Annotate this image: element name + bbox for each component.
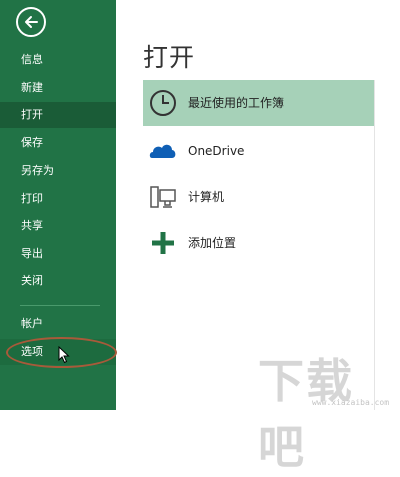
nav-item-share[interactable]: 共享 (0, 213, 116, 239)
clock-icon (150, 90, 176, 116)
nav-item-close[interactable]: 关闭 (0, 268, 116, 294)
nav-item-save[interactable]: 保存 (0, 130, 116, 156)
nav-item-save-as[interactable]: 另存为 (0, 158, 116, 184)
nav-item-export[interactable]: 导出 (0, 241, 116, 267)
nav-item-new[interactable]: 新建 (0, 75, 116, 101)
place-label: 最近使用的工作簿 (188, 96, 285, 110)
place-label: 添加位置 (188, 236, 237, 250)
page-title: 打开 (143, 43, 196, 72)
place-label: OneDrive (188, 144, 245, 158)
nav-item-account[interactable]: 帐户 (0, 311, 116, 337)
computer-icon (150, 186, 176, 208)
watermark-url: www.xiazaiba.com (312, 398, 390, 407)
nav-item-print[interactable]: 打印 (0, 186, 116, 212)
plus-icon (152, 232, 174, 254)
mouse-cursor-icon (58, 346, 70, 364)
nav-item-info[interactable]: 信息 (0, 47, 116, 73)
back-arrow-icon (25, 16, 38, 28)
back-button[interactable] (16, 7, 46, 37)
place-recent-workbooks[interactable]: 最近使用的工作簿 (143, 80, 374, 126)
place-computer[interactable]: 计算机 (143, 174, 374, 220)
sidebar-divider (20, 305, 100, 306)
place-onedrive[interactable]: OneDrive (143, 128, 374, 174)
nav-item-open[interactable]: 打开 (0, 102, 116, 128)
place-add-location[interactable]: 添加位置 (143, 220, 374, 266)
watermark-logo: 下载吧 (258, 354, 354, 474)
place-label: 计算机 (188, 190, 225, 204)
cloud-icon (149, 144, 176, 158)
